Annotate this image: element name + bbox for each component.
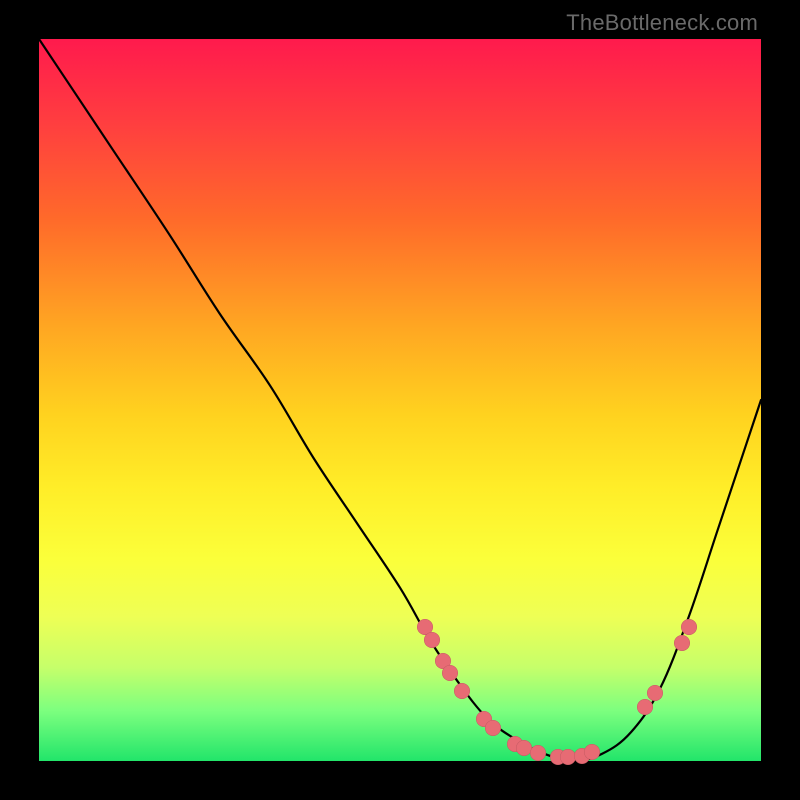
chart-stage: TheBottleneck.com: [0, 0, 800, 800]
bottleneck-curve: [39, 39, 761, 761]
curve-layer: [39, 39, 761, 761]
data-point: [674, 635, 690, 651]
data-point: [454, 683, 470, 699]
data-point: [584, 744, 600, 760]
data-point: [647, 685, 663, 701]
plot-area: [39, 39, 761, 761]
data-point: [424, 632, 440, 648]
data-point: [637, 699, 653, 715]
watermark-text: TheBottleneck.com: [566, 10, 758, 36]
data-point: [530, 745, 546, 761]
data-point: [681, 619, 697, 635]
data-point: [485, 720, 501, 736]
data-point: [442, 665, 458, 681]
